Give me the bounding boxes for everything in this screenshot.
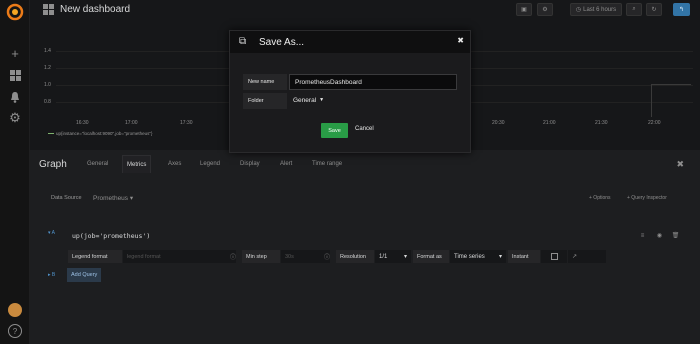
resolution-value: 1/1: [379, 253, 388, 260]
query-inspector-button[interactable]: + Query Inspector: [627, 195, 667, 201]
grafana-logo[interactable]: [5, 2, 25, 22]
x-tick: 17:00: [125, 120, 138, 126]
tab-alert[interactable]: Alert: [280, 161, 292, 167]
info-icon: ⓘ: [320, 250, 330, 263]
checkbox-box: [550, 253, 558, 260]
modal-title: Save As...: [259, 37, 305, 48]
close-icon[interactable]: ✖: [457, 36, 464, 45]
save-icon[interactable]: ▣: [516, 3, 532, 16]
min-step-label: Min step: [242, 250, 280, 263]
legend-format-label: Legend format: [68, 250, 122, 263]
y-tick: 1.2: [44, 65, 51, 71]
settings-icon[interactable]: ⚙: [537, 3, 553, 16]
instant-label: Instant: [508, 250, 540, 263]
graph-legend[interactable]: up{instance="localhost:9090",job="promet…: [48, 131, 152, 136]
tab-legend[interactable]: Legend: [200, 161, 220, 167]
panel-editor: Graph General Metrics Axes Legend Displa…: [30, 150, 700, 344]
time-range-picker[interactable]: ◷ Last 6 hours: [570, 3, 622, 16]
user-avatar[interactable]: [8, 303, 22, 317]
tab-general[interactable]: General: [87, 161, 108, 167]
clock-icon: ◷: [575, 7, 582, 13]
sidebar: + ⚙ ?: [0, 0, 30, 344]
folder-select[interactable]: General ▼: [289, 93, 329, 107]
dashboard-grid-icon[interactable]: [43, 4, 54, 15]
data-source-select[interactable]: Prometheus ▾: [93, 194, 133, 202]
gear-icon[interactable]: ⚙: [8, 110, 22, 125]
refresh-icon[interactable]: ↻: [646, 3, 662, 16]
x-tick: 20:30: [492, 120, 505, 126]
tab-axes[interactable]: Axes: [168, 161, 181, 167]
format-as-select[interactable]: Time series ▾: [450, 250, 506, 263]
chevron-down-icon: ▼: [319, 97, 325, 103]
legend-swatch: [48, 133, 54, 135]
info-icon: ⓘ: [226, 250, 236, 263]
data-source-label: Data Source: [51, 195, 82, 201]
format-as-label: Format as: [413, 250, 449, 263]
x-tick: 22:00: [648, 120, 661, 126]
cancel-button[interactable]: Cancel: [355, 126, 374, 132]
top-bar: New dashboard ▣ ⚙ ◷ Last 6 hours ⌕ ↻ ↰: [30, 0, 700, 20]
eye-icon[interactable]: ◉: [654, 231, 665, 240]
modal-header: ⧉ Save As... ✖: [230, 31, 470, 53]
save-button[interactable]: Save: [321, 123, 348, 138]
bell-icon[interactable]: [8, 90, 22, 104]
y-tick: 1.4: [44, 48, 51, 54]
format-as-value: Time series: [454, 253, 485, 260]
x-tick: 21:00: [543, 120, 556, 126]
zoom-out-icon[interactable]: ⌕: [626, 3, 642, 16]
editor-title: Graph: [39, 159, 67, 170]
close-icon[interactable]: ✖: [676, 159, 684, 170]
series-line: [651, 84, 691, 117]
tab-metrics[interactable]: Metrics: [122, 155, 152, 173]
query-letter[interactable]: ▾ A: [48, 230, 55, 236]
x-tick: 16:30: [76, 120, 89, 126]
add-query-button[interactable]: Add Query: [67, 268, 102, 282]
legend-label: up{instance="localhost:9090",job="promet…: [56, 131, 153, 136]
back-icon[interactable]: ↰: [673, 3, 690, 16]
resolution-select[interactable]: 1/1 ▾: [375, 250, 411, 263]
dashboards-icon[interactable]: [8, 68, 22, 82]
add-query-letter-text: B: [51, 272, 56, 278]
copy-icon: ⧉: [239, 36, 247, 47]
instant-checkbox[interactable]: [541, 250, 567, 263]
link-icon[interactable]: ↗: [568, 250, 606, 263]
folder-value: General: [293, 96, 317, 104]
chevron-down-icon: ▾: [403, 254, 407, 260]
tab-time-range[interactable]: Time range: [312, 161, 342, 167]
y-tick: 0.8: [44, 99, 51, 105]
x-tick: 17:30: [180, 120, 193, 126]
folder-label: Folder: [243, 93, 287, 109]
legend-format-input[interactable]: legend format: [123, 250, 233, 263]
dashboard-title[interactable]: New dashboard: [60, 4, 130, 15]
query-letter-text: A: [51, 230, 55, 236]
resolution-label: Resolution: [336, 250, 374, 263]
chevron-down-icon: ▾: [498, 254, 502, 260]
query-expression-input[interactable]: up(job='prometheus'): [72, 232, 150, 240]
new-name-input[interactable]: PrometheusDashboard: [289, 74, 457, 90]
options-button[interactable]: + Options: [589, 195, 611, 201]
menu-icon[interactable]: ≡: [637, 231, 648, 240]
help-icon[interactable]: ?: [8, 324, 22, 338]
x-tick: 21:30: [595, 120, 608, 126]
add-query-letter: ▸ B: [48, 272, 56, 278]
trash-icon[interactable]: 🗑: [670, 231, 681, 240]
new-name-label: New name: [243, 74, 287, 90]
plus-icon[interactable]: +: [8, 46, 22, 61]
tab-display[interactable]: Display: [240, 161, 260, 167]
y-tick: 1.0: [44, 82, 51, 88]
time-range-label: Last 6 hours: [583, 6, 617, 13]
save-as-modal: ⧉ Save As... ✖ New name PrometheusDashbo…: [229, 30, 471, 153]
data-source-value: Prometheus: [93, 195, 129, 202]
